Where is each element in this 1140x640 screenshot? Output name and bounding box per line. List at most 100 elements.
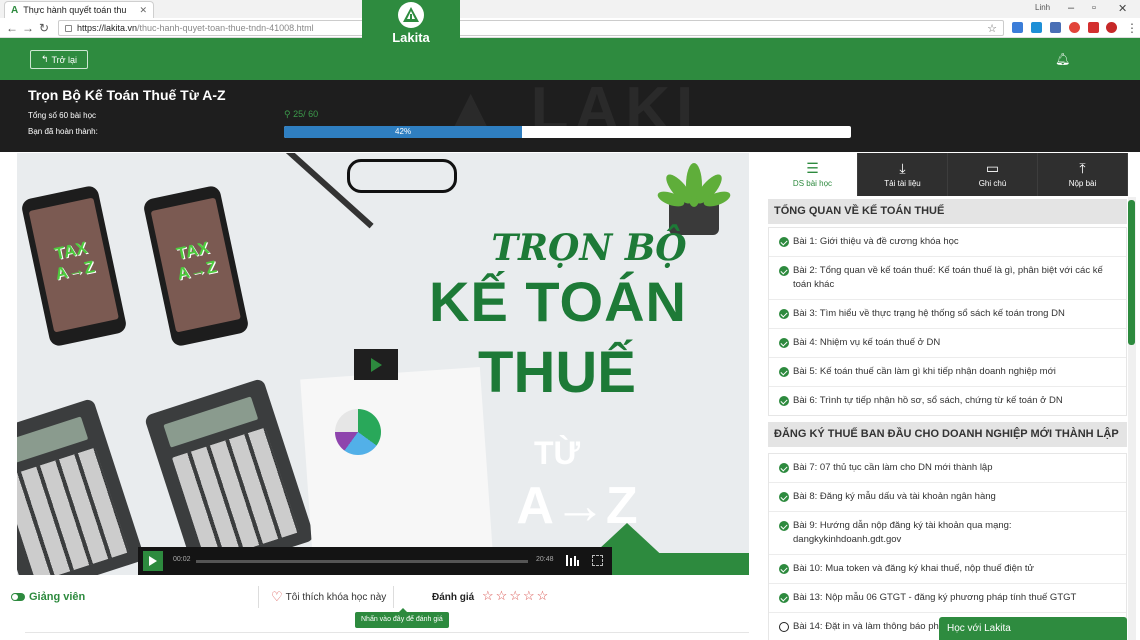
minimize-icon[interactable]: – <box>1068 2 1074 14</box>
download-icon: ⤓ <box>899 160 906 176</box>
seek-bar[interactable] <box>196 560 528 563</box>
extension-icon[interactable] <box>1069 22 1080 33</box>
lesson-item[interactable]: Bài 3: Tìm hiểu về thực trạng hệ thống s… <box>769 300 1126 329</box>
video-headline-4: TỪ <box>533 435 581 471</box>
heart-icon: ♡ <box>271 589 283 604</box>
lesson-item[interactable]: Bài 9: Hướng dẫn nộp đăng ký tài khoản q… <box>769 512 1126 555</box>
reply-arrow-icon: ↰ <box>40 54 49 64</box>
lesson-list: Bài 1: Giới thiệu và đề cương khóa học B… <box>768 227 1127 416</box>
lesson-item[interactable]: Bài 2: Tổng quan về kế toán thuế: Kế toá… <box>769 257 1126 300</box>
adblock-icon[interactable] <box>1106 22 1117 33</box>
lesson-item[interactable]: Bài 7: 07 thủ tục cần làm cho DN mới thà… <box>769 454 1126 483</box>
lesson-title: Bài 7: 07 thủ tục cần làm cho DN mới thà… <box>793 462 993 473</box>
lesson-title: Bài 3: Tìm hiểu về thực trạng hệ thống s… <box>793 308 1065 319</box>
lock-icon <box>65 24 72 32</box>
browser-tab[interactable]: A Thực hành quyết toán thu ✕ <box>4 1 154 18</box>
back-arrow-icon[interactable]: ← <box>6 21 18 35</box>
pin-icon: ⚲ <box>284 109 291 119</box>
lesson-title: Bài 4: Nhiệm vụ kế toán thuế ở DN <box>793 337 941 348</box>
profile-name[interactable]: Linh <box>1035 3 1050 12</box>
address-bar: ← → ↻ https://lakita.vn/thuc-hanh-quyet-… <box>0 18 1140 38</box>
like-course-button[interactable]: ♡ Tôi thích khóa học này <box>271 589 386 605</box>
tab-label: Tải tài liệu <box>884 179 921 188</box>
check-icon <box>779 309 789 319</box>
lesson-item[interactable]: Bài 13: Nộp mẫu 06 GTGT - đăng ký phương… <box>769 584 1126 613</box>
lesson-item[interactable]: Bài 8: Đăng ký mẫu dấu và tài khoản ngân… <box>769 483 1126 512</box>
current-time: 00:02 <box>173 556 191 563</box>
glasses-image <box>347 159 457 193</box>
divider <box>258 586 259 608</box>
tab-label: Ghi chú <box>978 179 1007 188</box>
big-play-button[interactable] <box>354 349 398 380</box>
tab-title: Thực hành quyết toán thu <box>23 5 127 15</box>
quality-icon[interactable] <box>566 555 579 566</box>
star-icon[interactable]: ☆ <box>537 588 549 604</box>
lesson-item[interactable]: Bài 1: Giới thiệu và đề cương khóa học <box>769 228 1126 257</box>
divider <box>25 632 749 633</box>
check-icon <box>779 593 789 603</box>
video-headline-1: TRỌN BỘ <box>491 227 687 269</box>
forward-arrow-icon[interactable]: → <box>22 21 34 35</box>
bookmark-star-icon[interactable]: ☆ <box>987 22 997 35</box>
check-icon <box>779 521 789 531</box>
menu-icon[interactable]: ⋮ <box>1126 21 1138 35</box>
phone-image: TAX A→Z <box>142 184 250 348</box>
lesson-title: Bài 2: Tổng quan về kế toán thuế: Kế toá… <box>793 265 1103 290</box>
play-button[interactable] <box>143 551 163 571</box>
lesson-item[interactable]: Bài 4: Nhiệm vụ kế toán thuế ở DN <box>769 329 1126 358</box>
lesson-count-value: 25/ 60 <box>293 109 319 119</box>
fullscreen-icon[interactable] <box>592 555 603 566</box>
progress-label: Bạn đã hoàn thành: <box>28 127 98 136</box>
maximize-icon[interactable]: ▫ <box>1092 2 1096 14</box>
reload-icon[interactable]: ↻ <box>39 21 49 35</box>
star-icon[interactable]: ☆ <box>523 588 535 604</box>
phone-image: TAX A→Z <box>20 184 128 348</box>
section-header[interactable]: TỔNG QUAN VỀ KẾ TOÁN THUẾ <box>768 199 1127 224</box>
total-lessons-label: Tổng số 60 bài học <box>28 111 97 120</box>
star-icon[interactable]: ☆ <box>496 588 508 604</box>
tab-submit[interactable]: ⤒ Nộp bài <box>1038 153 1128 196</box>
browser-tab-bar: A Thực hành quyết toán thu ✕ Linh – ▫ ✕ <box>0 0 1140 18</box>
progress-bar: 42% <box>284 126 851 138</box>
opera-icon[interactable] <box>1088 22 1099 33</box>
check-icon <box>779 564 789 574</box>
bell-icon[interactable]: 🔔︎ <box>1055 52 1070 66</box>
star-icon[interactable]: ☆ <box>509 588 521 604</box>
extension-icon[interactable] <box>1050 22 1061 33</box>
lesson-item[interactable]: Bài 5: Kế toán thuế cần làm gì khi tiếp … <box>769 358 1126 387</box>
check-icon <box>779 492 789 502</box>
lakita-logo[interactable]: Lakita <box>362 0 460 48</box>
section-header[interactable]: ĐĂNG KÝ THUẾ BAN ĐẦU CHO DOANH NGHIỆP MỚ… <box>768 422 1127 447</box>
instructor-toggle[interactable]: Giảng viên <box>11 591 85 603</box>
tab-lesson-list[interactable]: ☰ DS bài học <box>768 153 858 196</box>
lesson-item[interactable]: Bài 6: Trình tự tiếp nhận hồ sơ, sổ sách… <box>769 387 1126 415</box>
extension-icon[interactable] <box>1031 22 1042 33</box>
extension-icon[interactable] <box>1012 22 1023 33</box>
window-close-icon[interactable]: ✕ <box>1118 2 1127 15</box>
check-icon <box>779 266 789 276</box>
check-icon <box>779 367 789 377</box>
chat-widget-button[interactable]: Học với Lakita <box>939 617 1127 640</box>
site-header: ↰ Trở lại 🔔︎ <box>0 38 1140 80</box>
star-icon[interactable]: ☆ <box>482 588 494 604</box>
back-button[interactable]: ↰ Trở lại <box>30 50 88 69</box>
upload-icon: ⤒ <box>1079 160 1086 176</box>
url-input[interactable]: https://lakita.vn/thuc-hanh-quyet-toan-t… <box>58 20 1004 36</box>
like-label: Tôi thích khóa học này <box>285 591 387 603</box>
back-button-label: Trở lại <box>51 54 78 65</box>
play-icon <box>149 556 157 566</box>
tab-notes[interactable]: ▭ Ghi chú <box>948 153 1038 196</box>
tab-download[interactable]: ⤓ Tải tài liệu <box>858 153 948 196</box>
tab-close-icon[interactable]: ✕ <box>139 5 147 16</box>
lesson-title: Bài 1: Giới thiệu và đề cương khóa học <box>793 236 959 247</box>
tab-label: DS bài học <box>792 179 833 188</box>
check-icon <box>779 463 789 473</box>
course-info-band: ▲ LAKI Trọn Bộ Kế Toán Thuế Từ A-Z Tổng … <box>0 80 1140 152</box>
video-player[interactable]: TAX A→Z TAX A→Z TRỌN BỘ KẾ TOÁN THUẾ TỪ A→… <box>17 153 749 575</box>
lesson-sidebar: ☰ DS bài học ⤓ Tải tài liệu ▭ Ghi chú ⤒ … <box>768 153 1128 640</box>
lesson-item[interactable]: Bài 10: Mua token và đăng ký khai thuế, … <box>769 555 1126 584</box>
scrollbar-thumb[interactable] <box>1128 200 1135 345</box>
pie-chart-image <box>335 409 381 455</box>
lesson-title: Bài 8: Đăng ký mẫu dấu và tài khoản ngân… <box>793 491 996 502</box>
list-icon: ☰ <box>806 160 819 176</box>
